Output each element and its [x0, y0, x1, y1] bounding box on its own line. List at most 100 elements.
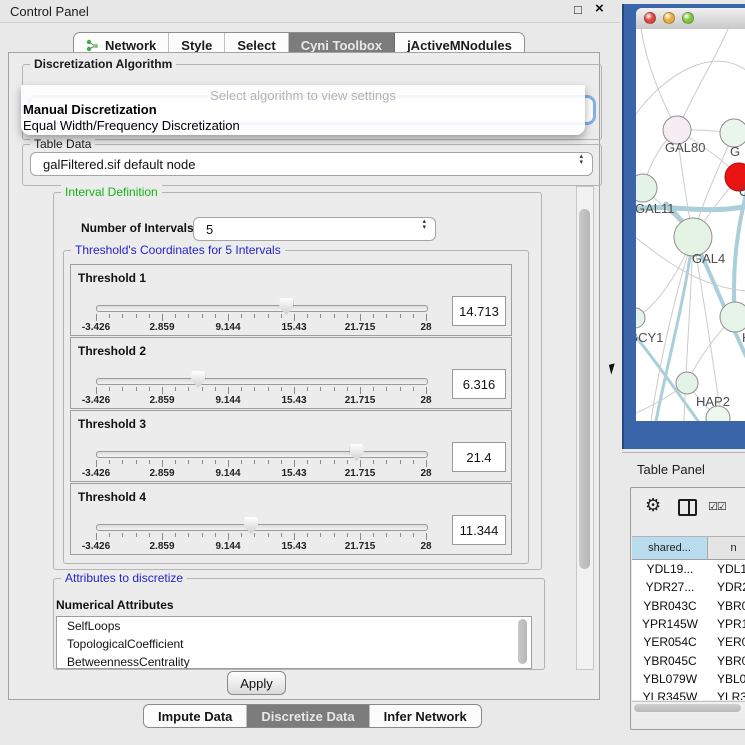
cell-name[interactable]: YLR3 [708, 688, 745, 700]
scale-label: 15.43 [281, 541, 306, 552]
slider-track[interactable] [96, 378, 428, 385]
cell-name[interactable]: YBR0 [708, 597, 745, 615]
column-header-1[interactable]: shared... [632, 537, 708, 559]
attributes-list-scrollbar[interactable] [518, 619, 527, 664]
node-table[interactable]: shared...n YDL19...YDL1YDR27...YDR2YBR04… [632, 536, 745, 700]
slider-track[interactable] [96, 451, 428, 458]
threshold-label: Threshold 2 [78, 344, 146, 358]
scale-label: 15.43 [281, 322, 306, 333]
gear-icon[interactable]: ⚙ [645, 496, 661, 514]
table-hscrollbar-thumb[interactable] [634, 704, 741, 712]
network-node-h[interactable] [720, 302, 745, 332]
threshold-panel-2: Threshold 2-3.4262.8599.14415.4321.71528… [70, 337, 512, 409]
table-panel-title: Table Panel [637, 462, 705, 477]
dropdown-option-equal-width[interactable]: Equal Width/Frequency Discretization [23, 118, 240, 133]
dropdown-hint-item[interactable]: Select algorithm to view settings [21, 88, 585, 103]
scale-label: 15.43 [281, 395, 306, 406]
cell-name[interactable]: YDR2 [708, 578, 745, 596]
cell-shared-name[interactable]: YBR045C [632, 651, 708, 669]
minimize-window-icon[interactable] [663, 12, 675, 24]
slider-scale-labels: -3.4262.8599.14415.4321.71528 [96, 541, 426, 553]
network-canvas[interactable]: GAL80GCGAL11GAL4GCY1HHAP2 [636, 29, 745, 421]
node-label: HAP2 [696, 394, 730, 409]
bottom-tab-infer-network[interactable]: Infer Network [370, 705, 481, 727]
float-panel-icon[interactable]: □ [574, 2, 582, 17]
cell-shared-name[interactable]: YLR345W [632, 688, 708, 700]
network-window-titlebar[interactable] [636, 8, 745, 30]
scale-label: -3.426 [82, 395, 110, 406]
cell-shared-name[interactable]: YBR043C [632, 597, 708, 615]
split-columns-icon[interactable] [678, 499, 697, 516]
cell-shared-name[interactable]: YDL19... [632, 560, 708, 578]
cell-shared-name[interactable]: YBL079W [632, 670, 708, 688]
table-data-combobox[interactable]: galFiltered.sif default node ▴▾ [30, 152, 593, 176]
scale-label: 28 [420, 468, 431, 479]
interval-definition-title: Interval Definition [61, 185, 162, 199]
zoom-window-icon[interactable] [682, 12, 694, 24]
slider-track[interactable] [96, 524, 428, 531]
scale-label: 2.859 [149, 322, 174, 333]
apply-button[interactable]: Apply [227, 671, 286, 695]
slider-thumb[interactable] [191, 371, 205, 388]
cell-name[interactable]: YER0 [708, 633, 745, 651]
bottom-tab-impute-data[interactable]: Impute Data [144, 705, 247, 727]
cell-name[interactable]: YDL1 [708, 560, 745, 578]
table-row[interactable]: YPR145WYPR1 [632, 615, 745, 633]
checkbox-columns-icon[interactable]: ☑☑ [708, 500, 726, 513]
column-header-2[interactable]: n [708, 537, 745, 559]
cell-shared-name[interactable]: YER054C [632, 633, 708, 651]
slider-thumb[interactable] [279, 298, 293, 315]
threshold-value-field[interactable]: 11.344 [452, 515, 506, 545]
combo-arrows-icon: ▴▾ [422, 219, 426, 231]
attribute-item[interactable]: BetweennessCentrality [57, 653, 531, 669]
threshold-value-field[interactable]: 6.316 [452, 369, 506, 399]
num-intervals-combobox[interactable]: 5 ▴▾ [193, 217, 436, 241]
threshold-value-field[interactable]: 14.713 [452, 296, 506, 326]
tab-label: Cyni Toolbox [301, 38, 382, 53]
scale-label: -3.426 [82, 541, 110, 552]
settings-scrollbar-track[interactable] [576, 186, 594, 670]
table-row[interactable]: YBL079WYBL0 [632, 670, 745, 688]
threshold-coordinates-title: Threshold's Coordinates for 5 Intervals [71, 243, 285, 257]
scale-label: 21.715 [345, 322, 376, 333]
cell-shared-name[interactable]: YPR145W [632, 615, 708, 633]
screen: Control Panel □ × NetworkStyleSelectCyni… [0, 0, 745, 745]
network-node-hap2[interactable] [676, 372, 698, 394]
bottom-tabs: Impute DataDiscretize DataInfer Network [143, 704, 482, 728]
network-window: GAL80GCGAL11GAL4GCY1HHAP2 [636, 8, 745, 421]
table-row[interactable]: YBR043CYBR0 [632, 597, 745, 615]
table-row[interactable]: YLR345WYLR3 [632, 688, 745, 700]
cell-name[interactable]: YBR0 [708, 651, 745, 669]
dropdown-option-manual[interactable]: Manual Discretization [23, 102, 157, 117]
settings-scrollbar-thumb[interactable] [579, 209, 590, 569]
scale-label: 2.859 [149, 468, 174, 479]
bottom-tab-discretize-data[interactable]: Discretize Data [247, 705, 369, 727]
slider-scale-labels: -3.4262.8599.14415.4321.71528 [96, 322, 426, 334]
numerical-attributes-list[interactable]: SelfLoopsTopologicalCoefficientBetweenne… [56, 616, 532, 669]
table-hscrollbar[interactable] [632, 701, 745, 714]
close-window-icon[interactable] [644, 12, 656, 24]
table-row[interactable]: YDR27...YDR2 [632, 578, 745, 596]
threshold-label: Threshold 1 [78, 271, 146, 285]
table-panel-card: ⚙ ☑☑ shared...n YDL19...YDL1YDR27...YDR2… [630, 487, 745, 730]
tab-label: Style [181, 38, 212, 53]
network-view-frame: GAL80GCGAL11GAL4GCY1HHAP2 [622, 4, 745, 449]
node-label: GAL80 [665, 140, 705, 155]
close-panel-icon[interactable]: × [595, 0, 604, 17]
attribute-item[interactable]: TopologicalCoefficient [57, 635, 531, 653]
attribute-item[interactable]: SelfLoops [57, 617, 531, 635]
table-row[interactable]: YDL19...YDL1 [632, 560, 745, 578]
slider-track[interactable] [96, 305, 428, 312]
table-row[interactable]: YER054CYER0 [632, 633, 745, 651]
scale-label: 21.715 [345, 541, 376, 552]
cell-shared-name[interactable]: YDR27... [632, 578, 708, 596]
slider-thumb[interactable] [244, 517, 258, 534]
threshold-value-field[interactable]: 21.4 [452, 442, 506, 472]
cell-name[interactable]: YPR1 [708, 615, 745, 633]
cell-name[interactable]: YBL0 [708, 670, 745, 688]
network-node-g[interactable] [720, 119, 745, 147]
network-node-gcy1[interactable] [636, 308, 645, 328]
slider-thumb[interactable] [350, 444, 364, 461]
num-intervals-label: Number of Intervals [81, 221, 194, 235]
table-row[interactable]: YBR045CYBR0 [632, 651, 745, 669]
